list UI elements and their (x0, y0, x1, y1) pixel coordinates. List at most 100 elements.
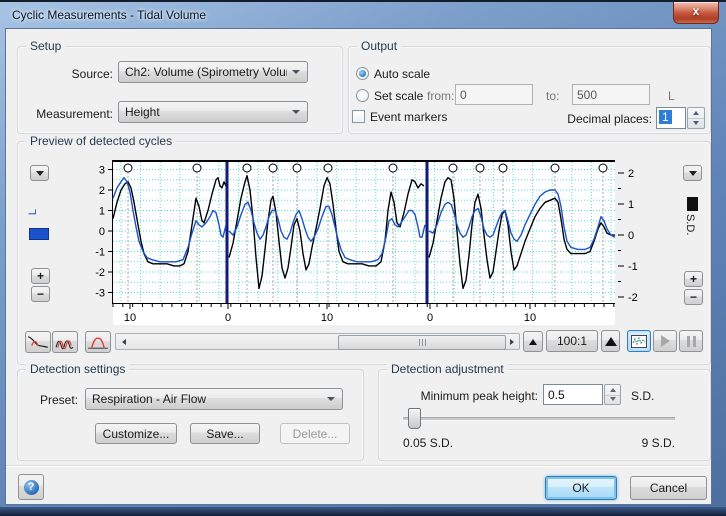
scrollbar-thumb[interactable] (338, 335, 506, 350)
detection-adjustment-group-label: Detection adjustment (387, 362, 508, 376)
save-button-label: Save... (206, 426, 244, 441)
spinner-down-icon[interactable] (688, 118, 704, 128)
source-label: Source: (71, 67, 113, 81)
chevron-down-icon (35, 170, 44, 176)
auto-scale-label: Auto scale (374, 67, 431, 81)
preset-label: Preset: (39, 393, 78, 407)
output-group-label: Output (357, 39, 402, 53)
left-channel-color-swatch (29, 228, 49, 240)
right-zoom-in-button[interactable]: + (684, 271, 703, 287)
event-markers-label: Event markers (370, 110, 448, 124)
chart-scrollbar[interactable] (115, 333, 520, 350)
minus-icon: − (689, 290, 697, 304)
scrollbar-right-arrow[interactable] (504, 334, 519, 349)
decimal-places-input[interactable]: 1 (656, 107, 686, 129)
delete-button[interactable]: Delete... (280, 423, 350, 444)
measurement-label: Measurement: (36, 107, 113, 121)
scale-from-label: from: (427, 89, 455, 103)
save-button[interactable]: Save... (190, 423, 260, 444)
zoom-ratio-small-button[interactable] (523, 331, 543, 352)
min-peak-slider-thumb[interactable] (408, 408, 421, 429)
min-peak-height-label: Minimum peak height: (420, 389, 538, 403)
left-zoom-in-button[interactable]: + (31, 268, 50, 284)
help-icon: ? (23, 479, 39, 495)
event-markers-checkbox[interactable] (352, 110, 365, 123)
right-channel-unit-label: S.D. (684, 214, 696, 236)
raw-signal-view-button[interactable] (25, 331, 51, 353)
large-peak-icon (604, 336, 617, 346)
left-scale-menu-button[interactable] (30, 165, 49, 181)
help-button[interactable]: ? (18, 474, 44, 500)
window-bottom-edge (0, 507, 726, 516)
arrow-right-icon (509, 338, 514, 345)
scale-unit-label: L (668, 89, 675, 103)
right-channel-color-swatch (687, 197, 698, 211)
footer-separator (6, 465, 710, 467)
auto-scale-radio[interactable] (356, 67, 369, 80)
delete-button-label: Delete... (292, 426, 338, 441)
set-scale-radio[interactable] (356, 89, 369, 102)
close-icon: x (692, 4, 700, 18)
slider-max-label: 9 S.D. (641, 436, 675, 450)
slider-min-label: 0.05 S.D. (403, 436, 454, 450)
cancel-button[interactable]: Cancel (630, 476, 707, 500)
right-zoom-out-button[interactable]: − (684, 289, 703, 305)
plus-icon: + (689, 272, 697, 286)
min-peak-slider-track[interactable] (403, 417, 675, 421)
right-scale-menu-button[interactable] (683, 165, 702, 181)
source-dropdown-value: Ch2: Volume (Spirometry Volume) (125, 65, 287, 79)
decimal-places-value: 1 (659, 110, 672, 124)
zoom-ratio-large-button[interactable] (601, 330, 620, 352)
scrollbar-left-arrow[interactable] (116, 334, 131, 349)
chevron-down-icon (327, 397, 335, 401)
chevron-down-icon (688, 170, 697, 176)
pause-icon (686, 335, 696, 347)
detection-settings-group: Detection settings (17, 362, 364, 461)
minus-icon: − (36, 287, 44, 301)
play-icon (660, 335, 670, 347)
setup-group-label: Setup (26, 39, 66, 53)
small-peak-icon (529, 338, 537, 345)
chevron-down-icon (292, 110, 300, 114)
ok-button-label: OK (572, 481, 590, 495)
preview-display-toggle-button[interactable] (627, 330, 651, 352)
detection-settings-group-label: Detection settings (26, 362, 130, 376)
window-title: Cyclic Measurements - Tidal Volume (12, 8, 207, 22)
cyclic-measurements-dialog: Cyclic Measurements - Tidal Volume x Set… (0, 0, 726, 516)
pause-button[interactable] (679, 330, 703, 352)
chevron-down-icon (292, 70, 300, 74)
preset-dropdown-value: Respiration - Air Flow (92, 392, 207, 406)
decimal-places-label: Decimal places: (567, 112, 652, 126)
compression-ratio-value: 100:1 (556, 334, 588, 348)
cancel-button-label: Cancel (649, 481, 688, 495)
overlay-cycles-view-button[interactable] (52, 331, 78, 353)
ok-button[interactable]: OK (545, 476, 617, 500)
scale-to-label: to: (546, 89, 560, 103)
min-peak-height-spinner[interactable] (604, 384, 621, 405)
min-peak-height-input[interactable] (543, 384, 603, 405)
play-button[interactable] (653, 330, 677, 352)
measurement-dropdown-value: Height (125, 105, 160, 119)
single-cycle-icon (88, 337, 108, 349)
preset-dropdown[interactable]: Respiration - Air Flow (85, 388, 343, 410)
signal-curve-icon (27, 336, 48, 348)
decimal-places-spinner[interactable] (687, 107, 705, 129)
plus-icon: + (36, 269, 44, 283)
customize-button-label: Customize... (102, 426, 170, 441)
arrow-left-icon (121, 338, 126, 345)
source-dropdown[interactable]: Ch2: Volume (Spirometry Volume) (118, 61, 308, 83)
measurement-dropdown[interactable]: Height (118, 101, 308, 123)
compression-ratio-button[interactable]: 100:1 (546, 330, 598, 352)
window-top-edge (0, 0, 726, 2)
single-cycle-view-button[interactable] (85, 331, 111, 353)
preview-group-label: Preview of detected cycles (26, 134, 177, 148)
min-peak-unit-label: S.D. (631, 389, 655, 403)
spinner-down-icon[interactable] (605, 395, 620, 405)
customize-button[interactable]: Customize... (95, 423, 177, 444)
left-channel-unit-label: L (27, 208, 40, 216)
scale-to-input[interactable] (572, 84, 650, 105)
scope-display-icon (631, 334, 647, 348)
scale-from-input[interactable] (455, 84, 533, 105)
left-zoom-out-button[interactable]: − (31, 286, 50, 302)
close-button[interactable]: x (673, 2, 719, 24)
